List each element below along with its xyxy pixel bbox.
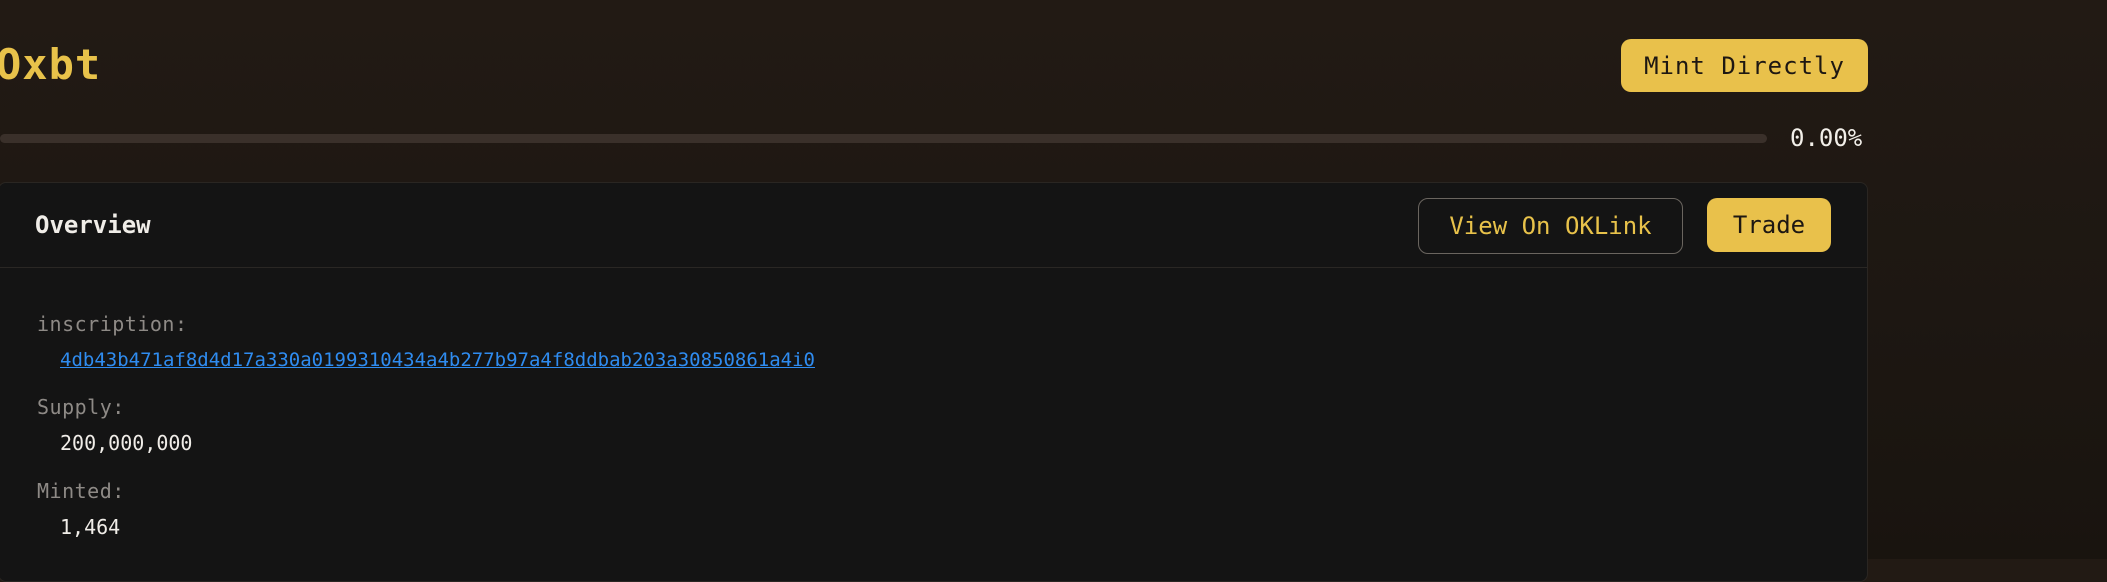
supply-value: 200,000,000 xyxy=(60,431,193,455)
inscription-link[interactable]: 4db43b471af8d4d17a330a0199310434a4b277b9… xyxy=(60,349,815,371)
trade-button[interactable]: Trade xyxy=(1707,198,1831,252)
minted-value: 1,464 xyxy=(60,515,121,539)
overview-panel: Overview View On OKLink Trade inscriptio… xyxy=(0,182,1868,582)
mint-directly-button[interactable]: Mint Directly xyxy=(1621,39,1868,92)
supply-label: Supply: xyxy=(37,395,125,419)
inscription-value: 4db43b471af8d4d17a330a0199310434a4b277b9… xyxy=(60,346,815,373)
overview-title: Overview xyxy=(35,211,151,239)
overview-header: Overview View On OKLink Trade xyxy=(0,183,1867,268)
mint-progress-bar xyxy=(0,134,1767,143)
mint-progress-percent: 0.00% xyxy=(1790,124,1863,152)
inscription-label: inscription: xyxy=(37,312,188,336)
view-on-oklink-button[interactable]: View On OKLink xyxy=(1418,198,1683,254)
minted-label: Minted: xyxy=(37,479,125,503)
token-name: Oxbt xyxy=(0,40,102,89)
